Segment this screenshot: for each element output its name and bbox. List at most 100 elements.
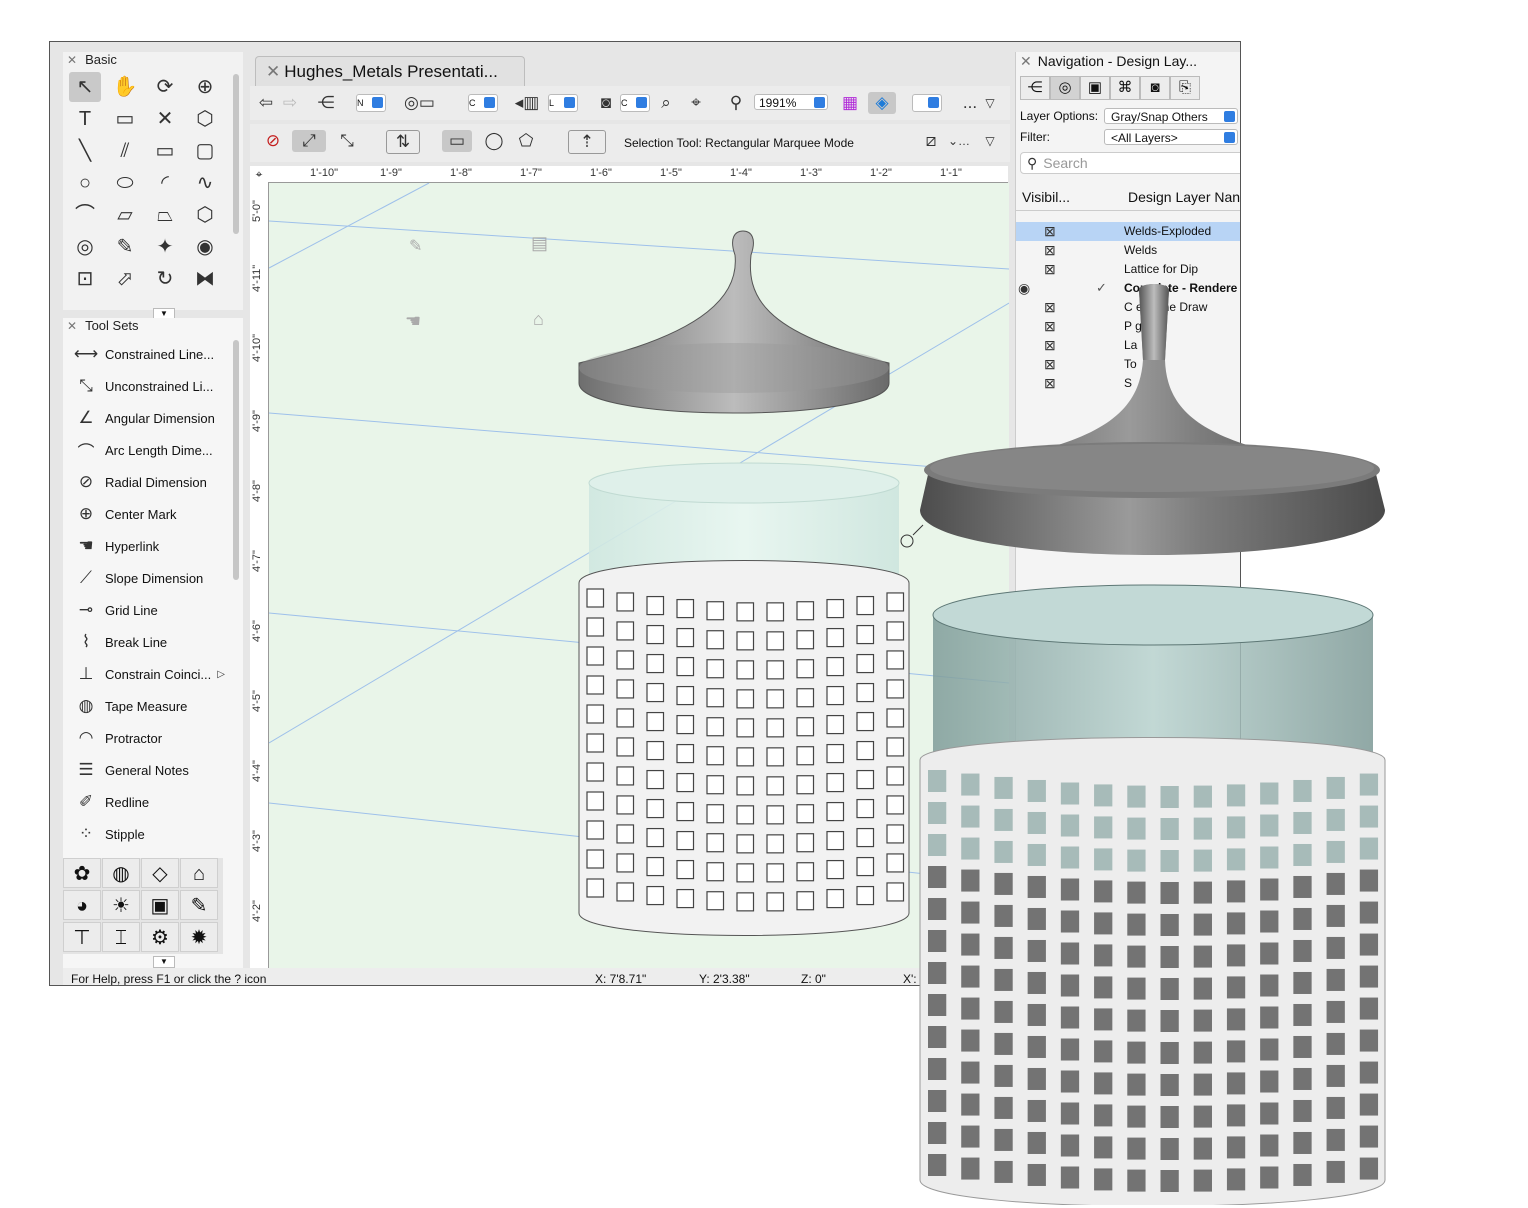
mirror-icon[interactable]: ⧓: [189, 264, 221, 294]
tool-item[interactable]: ∠ Angular Dimension: [71, 402, 214, 434]
polygon-icon[interactable]: ▱: [109, 200, 141, 230]
polyline-icon[interactable]: ⌒: [69, 200, 101, 230]
tool-item[interactable]: ◠ Protractor: [71, 722, 163, 754]
spiral-icon[interactable]: ◎: [69, 232, 101, 262]
viewports-tab-icon[interactable]: ◙: [1140, 76, 1170, 100]
filter-select[interactable]: <All Layers>: [1104, 129, 1238, 145]
callout-icon[interactable]: ▭: [109, 104, 141, 134]
chevron-down-icon[interactable]: ▽: [980, 92, 1000, 114]
saved-views-tab-icon[interactable]: ⋲: [1020, 76, 1050, 100]
double-line-icon[interactable]: ⫽: [109, 136, 141, 166]
gear-icon[interactable]: ✹: [180, 922, 218, 952]
arc-icon[interactable]: ◜: [149, 168, 181, 198]
tool-item[interactable]: ⁘ Stipple: [71, 818, 145, 850]
zoom-level[interactable]: 1991%: [754, 94, 828, 110]
lasso-transform-icon[interactable]: ⤡: [332, 130, 362, 152]
name-column-header[interactable]: Design Layer Nan: [1128, 189, 1240, 205]
oval-icon[interactable]: ⬭: [109, 168, 141, 198]
magnify-icon[interactable]: ⚲: [724, 92, 748, 114]
plane-icon[interactable]: ◈: [868, 92, 896, 114]
lasso-icon[interactable]: ◯: [480, 130, 508, 152]
tool-sets-scrollbar[interactable]: [233, 340, 239, 580]
zoom-selection-icon[interactable]: ⌖: [684, 92, 708, 114]
magic-wand-icon[interactable]: ✦: [149, 232, 181, 262]
drawing-area[interactable]: ✎ ▤ ☚ ⌂: [269, 183, 1009, 970]
extrude-icon[interactable]: ⬡: [189, 104, 221, 134]
sheet-layers-tab-icon[interactable]: ▣: [1080, 76, 1110, 100]
tool-item[interactable]: ✐ Redline: [71, 786, 149, 818]
regular-polygon-icon[interactable]: ⬡: [189, 200, 221, 230]
building-icon[interactable]: ⌂: [180, 858, 218, 888]
basic-scrollbar[interactable]: [233, 74, 239, 234]
render-mode-icon[interactable]: ◙: [594, 92, 618, 114]
layer-row[interactable]: ⊠ Welds-Exploded: [1016, 222, 1240, 241]
layer-row[interactable]: ⊠ Lattice for Dip: [1016, 260, 1240, 279]
furniture-icon[interactable]: ▣: [141, 890, 179, 920]
tool-item[interactable]: ☚ Hyperlink: [71, 530, 159, 562]
submenu-arrow-icon[interactable]: ▷: [217, 669, 225, 680]
freehand-icon[interactable]: ∿: [189, 168, 221, 198]
drawing-canvas[interactable]: ✎ ▤ ☚ ⌂: [269, 183, 1009, 970]
eyedropper-icon[interactable]: ✎: [109, 232, 141, 262]
tool-item[interactable]: ⊥ Constrain Coinci... ▷: [71, 658, 225, 690]
x-mark-icon[interactable]: ✕: [149, 104, 181, 134]
visibility-column-header[interactable]: Visibil...: [1022, 189, 1070, 205]
rectangle-icon[interactable]: ▭: [149, 136, 181, 166]
close-icon[interactable]: ✕: [266, 62, 280, 81]
rounded-rectangle-icon[interactable]: ▢: [189, 136, 221, 166]
resize-icon[interactable]: ⊡: [69, 264, 101, 294]
tool-item[interactable]: ⊸ Grid Line: [71, 594, 158, 626]
forward-arrow-icon[interactable]: ⇨: [280, 92, 300, 114]
tool-item[interactable]: ⌒ Arc Length Dime...: [71, 434, 213, 466]
visibility-icon[interactable]: ◉: [189, 232, 221, 262]
lattice-model[interactable]: [578, 560, 910, 936]
back-arrow-icon[interactable]: ⇦: [256, 92, 276, 114]
rect-marquee-icon[interactable]: ▭: [442, 130, 472, 152]
circle-icon[interactable]: ○: [69, 168, 101, 198]
class-popup[interactable]: L: [548, 94, 578, 112]
layer-row[interactable]: ⊠ Welds: [1016, 241, 1240, 260]
layers-icon[interactable]: ◎▭: [404, 92, 435, 114]
close-icon[interactable]: ✕: [67, 53, 77, 67]
hidden-icon[interactable]: ⊠: [1044, 242, 1056, 259]
references-tab-icon[interactable]: ⎘: [1170, 76, 1200, 100]
site-planning-icon[interactable]: ✿: [63, 858, 101, 888]
transform-icon[interactable]: ⇡: [568, 130, 606, 154]
layer-popup[interactable]: C: [468, 94, 498, 112]
render-popup[interactable]: C: [620, 94, 650, 112]
design-layers-tab-icon[interactable]: ◎: [1050, 76, 1080, 100]
zoom-fit-icon[interactable]: ⌕: [654, 92, 678, 114]
document-tab[interactable]: ✕ Hughes_Metals Presentati...: [255, 56, 525, 86]
layer-options-select[interactable]: Gray/Snap Others: [1104, 108, 1238, 124]
search-input[interactable]: ⚲ Search: [1020, 152, 1240, 174]
globe-icon[interactable]: ◍: [102, 858, 140, 888]
double-polygon-icon[interactable]: ⏢: [149, 200, 181, 230]
view-popup[interactable]: N: [356, 94, 386, 112]
close-icon[interactable]: ✕: [67, 319, 77, 333]
chevron-down-icon[interactable]: ▽: [980, 130, 1000, 152]
tool-item[interactable]: ◍ Tape Measure: [71, 690, 188, 722]
tool-item[interactable]: ⌇ Break Line: [71, 626, 167, 658]
steel-beam-icon[interactable]: ⌶: [102, 922, 140, 952]
pan-hand-icon[interactable]: ✋: [109, 72, 141, 102]
preferences-icon[interactable]: ⧄: [916, 130, 946, 152]
tool-item[interactable]: ☰ General Notes: [71, 754, 188, 786]
visualization-icon[interactable]: ◕: [63, 890, 101, 920]
reshape-icon[interactable]: ⬀: [109, 264, 141, 294]
chevron-down-icon[interactable]: ⌄…: [948, 130, 970, 152]
saved-views-icon[interactable]: ⋲: [314, 92, 338, 114]
scroll-down-button[interactable]: ▼: [153, 956, 175, 968]
class-visibility-icon[interactable]: ◂▥: [512, 92, 542, 114]
flyover-icon[interactable]: ⟳: [149, 72, 181, 102]
pipe-icon[interactable]: ⊤: [63, 922, 101, 952]
more-menu[interactable]: ...: [960, 92, 980, 114]
hidden-icon[interactable]: ⊠: [1044, 261, 1056, 278]
lighting-icon[interactable]: ☀: [102, 890, 140, 920]
zoom-icon[interactable]: ⊕: [189, 72, 221, 102]
tool-item[interactable]: ⊘ Radial Dimension: [71, 466, 207, 498]
plane-popup[interactable]: [912, 94, 942, 112]
grid-icon[interactable]: ▦: [838, 92, 862, 114]
line-icon[interactable]: ╲: [69, 136, 101, 166]
rotate-icon[interactable]: ↻: [149, 264, 181, 294]
machine-components-icon[interactable]: ⚙: [141, 922, 179, 952]
